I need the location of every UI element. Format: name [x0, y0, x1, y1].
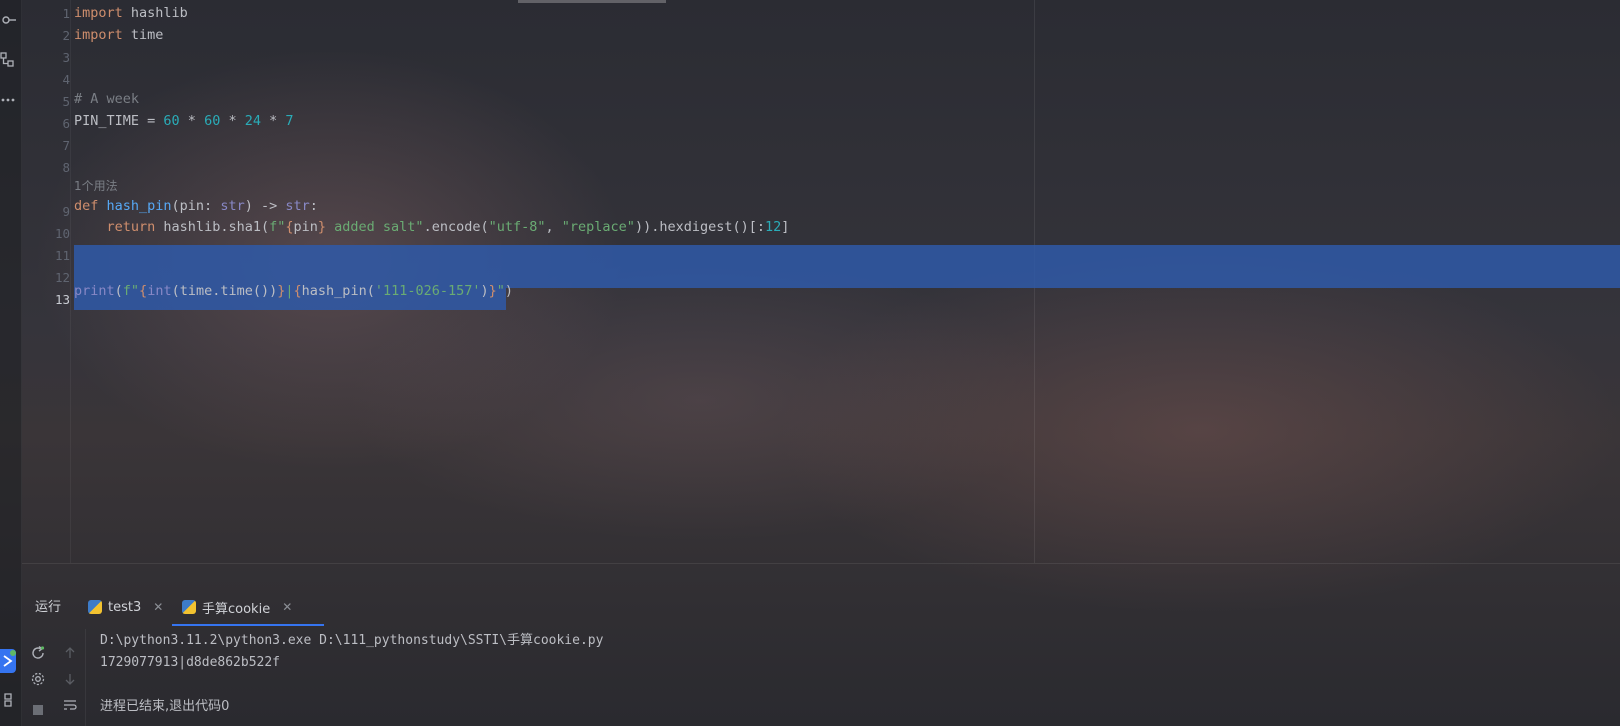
scroll-up-icon[interactable] — [62, 645, 78, 661]
tab-test3[interactable]: test3 ✕ — [88, 592, 163, 622]
code-line-6: PIN_TIME = 60 * 60 * 24 * 7 — [74, 113, 294, 129]
line-number: 10 — [54, 226, 70, 241]
console-line: D:\python3.11.2\python3.exe D:\111_pytho… — [100, 633, 604, 648]
usage-hint[interactable]: 1个用法 — [74, 175, 118, 197]
activity-strip — [0, 0, 22, 726]
python-icon — [88, 600, 102, 614]
python-packages-icon[interactable] — [0, 692, 16, 708]
close-icon[interactable]: ✕ — [153, 600, 163, 614]
tab-label: test3 — [108, 599, 142, 615]
close-icon[interactable]: ✕ — [282, 600, 292, 614]
python-icon — [182, 600, 196, 614]
soft-wrap-icon[interactable] — [62, 697, 78, 713]
line-number: 9 — [62, 204, 70, 219]
line-number: 3 — [62, 50, 70, 65]
line-number: 12 — [54, 270, 70, 285]
rerun-icon[interactable] — [30, 645, 46, 661]
code-line-10: return hashlib.sha1(f"{pin} added salt".… — [106, 219, 790, 235]
line-number-gutter: 1 2 3 4 5 6 7 8 9 10 11 12 13 — [22, 0, 70, 563]
settings-icon[interactable] — [30, 671, 46, 687]
tab-label: 手算cookie — [202, 601, 271, 617]
tab-cookie[interactable]: 手算cookie ✕ — [182, 592, 292, 622]
commit-icon[interactable] — [0, 12, 16, 28]
line-number: 5 — [62, 94, 70, 109]
structure-icon[interactable] — [0, 52, 16, 68]
code-line-2: import time — [74, 27, 164, 43]
console-exit-message: 进程已结束,退出代码0 — [100, 699, 230, 714]
code-area[interactable]: import hashlib import time # A week PIN_… — [74, 0, 1620, 563]
code-line-13: print(f"{int(time.time())}|{hash_pin('11… — [74, 283, 514, 299]
line-number: 2 — [62, 28, 70, 43]
line-number: 8 — [62, 160, 70, 175]
line-number: 11 — [54, 248, 70, 263]
line-number-current: 13 — [54, 292, 70, 307]
run-tab-bar: 运行 test3 ✕ 手算cookie ✕ — [22, 564, 1620, 629]
gutter-separator — [70, 0, 71, 563]
code-line-5: # A week — [74, 91, 140, 107]
line-number: 7 — [62, 138, 70, 153]
scroll-down-icon[interactable] — [62, 671, 78, 687]
active-tab-indicator — [172, 624, 324, 626]
run-tool-window: 运行 test3 ✕ 手算cookie ✕ D:\python3.11.2\py… — [22, 563, 1620, 726]
line-number: 6 — [62, 116, 70, 131]
line-number: 1 — [62, 6, 70, 21]
stop-icon[interactable] — [30, 702, 46, 718]
more-icon[interactable] — [0, 92, 16, 108]
line-number: 4 — [62, 72, 70, 87]
code-line-9: def hash_pin(pin: str) -> str: — [74, 198, 318, 214]
code-line-1: import hashlib — [74, 5, 188, 21]
run-panel-title: 运行 — [35, 600, 62, 615]
run-toolbar — [22, 629, 86, 726]
running-indicator — [10, 650, 16, 656]
console-line: 1729077913|d8de862b522f — [100, 655, 281, 670]
